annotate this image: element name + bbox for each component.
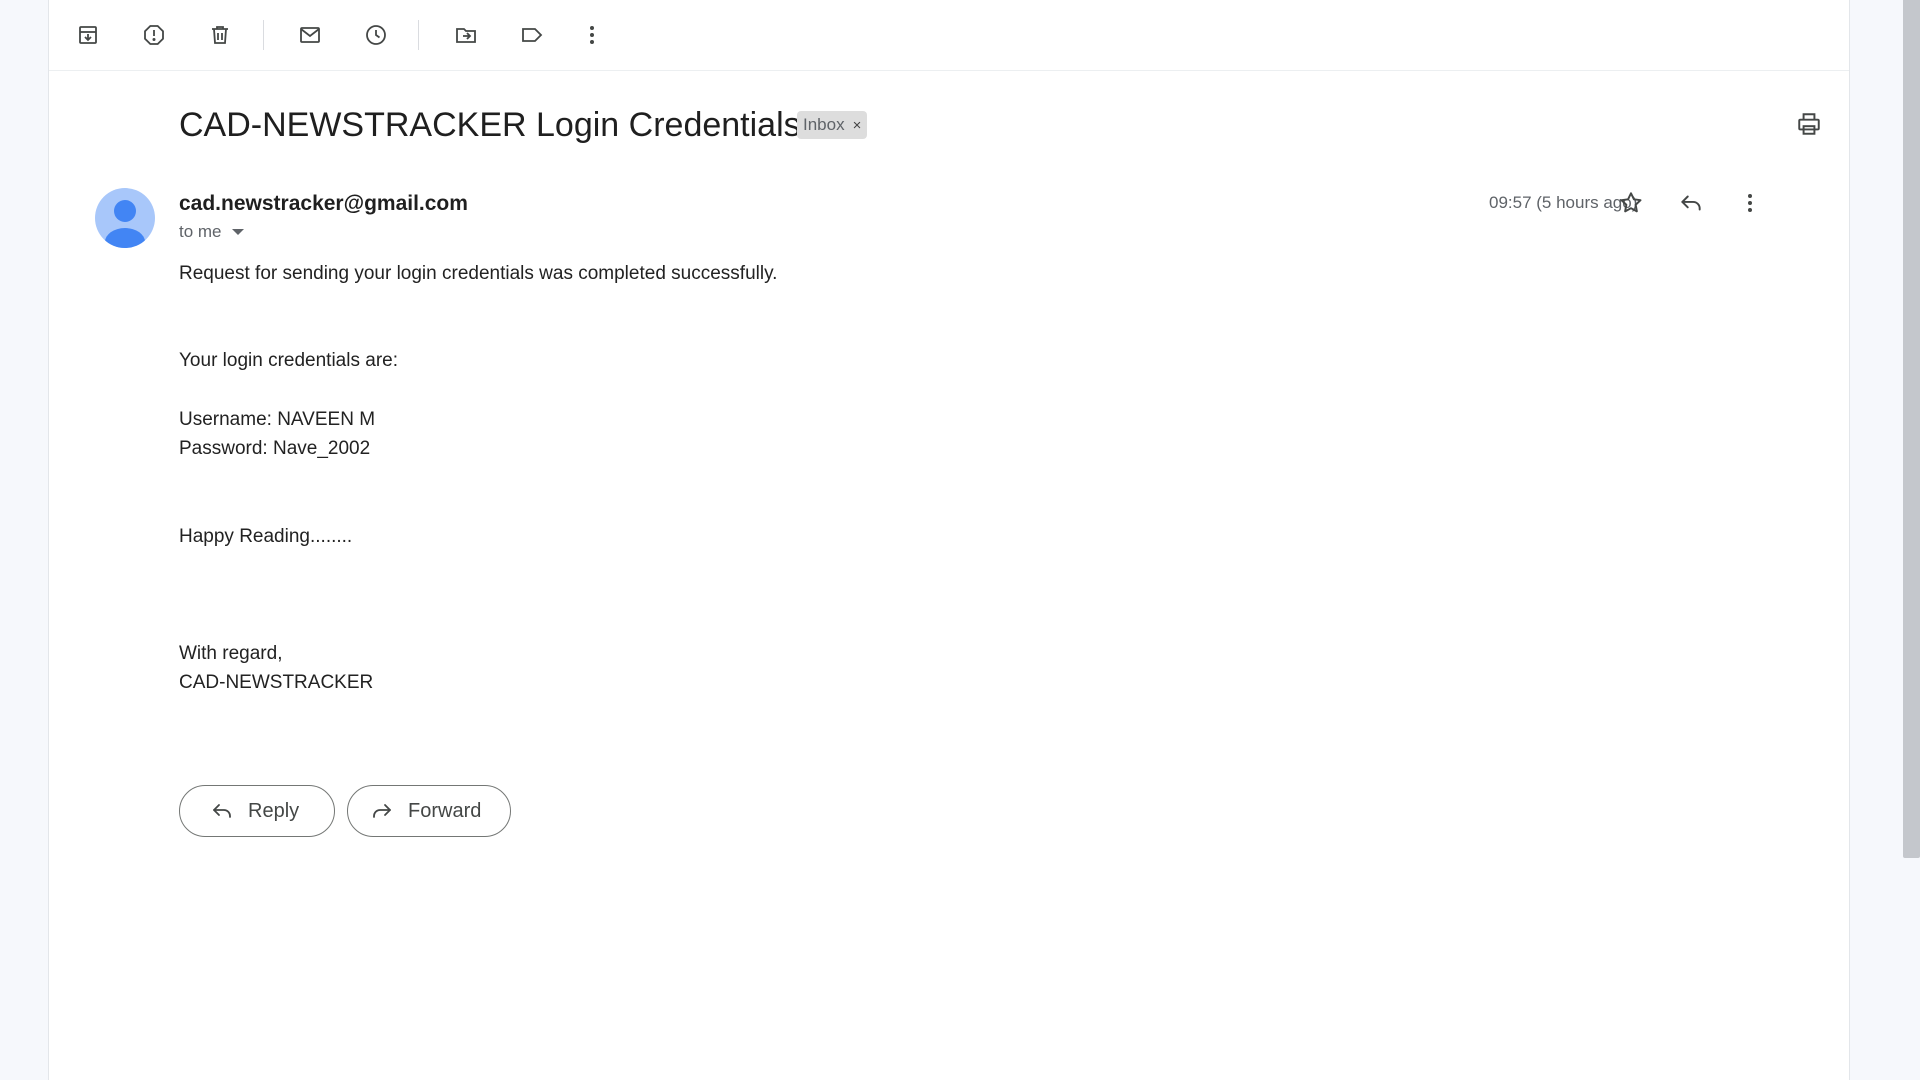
print-icon	[1798, 113, 1820, 135]
reply-icon-button[interactable]	[1671, 183, 1711, 223]
label-chip-text: Inbox	[803, 115, 845, 134]
toolbar-divider	[418, 20, 419, 50]
mark-unread-button[interactable]	[290, 15, 330, 55]
inbox-label-chip[interactable]: Inbox ×	[797, 111, 868, 139]
body-line: Password: Nave_2002	[179, 438, 371, 459]
delete-button[interactable]	[200, 15, 240, 55]
email-subject: CAD-NEWSTRACKER Login Credentials	[179, 106, 801, 144]
forward-button[interactable]: Forward	[347, 785, 511, 837]
body-line: Username: NAVEEN M	[179, 409, 376, 430]
snooze-icon	[366, 25, 386, 45]
label-icon	[522, 28, 543, 42]
toolbar-divider	[263, 20, 264, 50]
star-button[interactable]	[1611, 183, 1651, 223]
reply-icon	[1681, 195, 1701, 211]
more-options-button[interactable]	[572, 15, 612, 55]
sender-avatar[interactable]	[95, 188, 155, 248]
more-vert-icon	[1748, 194, 1752, 212]
sender-email[interactable]: cad.newstracker@gmail.com	[179, 192, 468, 216]
scrollbar-thumb[interactable]	[1903, 0, 1920, 858]
more-vert-icon	[590, 26, 594, 44]
delete-icon	[212, 26, 228, 44]
body-line: Request for sending your login credentia…	[179, 263, 778, 284]
label-button[interactable]	[512, 15, 552, 55]
body-line: Happy Reading........	[179, 526, 353, 547]
move-to-button[interactable]	[446, 15, 486, 55]
remove-label-icon[interactable]: ×	[853, 117, 862, 134]
report-spam-icon	[144, 25, 164, 45]
forward-icon	[373, 804, 391, 818]
body-line: With regard,	[179, 643, 283, 664]
person-icon	[105, 200, 145, 248]
message-more-button[interactable]	[1730, 183, 1770, 223]
recipient-line: to me	[179, 222, 244, 242]
message-toolbar	[49, 0, 1849, 71]
report-spam-button[interactable]	[134, 15, 174, 55]
mark-unread-icon	[300, 27, 320, 43]
reply-label: Reply	[248, 799, 300, 822]
star-icon	[1620, 192, 1642, 213]
move-to-icon	[456, 28, 476, 43]
snooze-button[interactable]	[356, 15, 396, 55]
archive-icon	[79, 26, 97, 44]
body-line: CAD-NEWSTRACKER	[179, 672, 374, 693]
reply-button[interactable]: Reply	[179, 785, 335, 837]
body-line: Your login credentials are:	[179, 350, 398, 371]
archive-button[interactable]	[68, 15, 108, 55]
reply-icon	[213, 804, 231, 818]
forward-label: Forward	[408, 799, 482, 822]
recipient-text: to me	[179, 222, 222, 241]
print-button[interactable]	[1789, 104, 1829, 144]
show-details-icon[interactable]	[231, 229, 244, 235]
message-panel: CAD-NEWSTRACKER Login Credentials Inbox …	[48, 0, 1850, 1080]
